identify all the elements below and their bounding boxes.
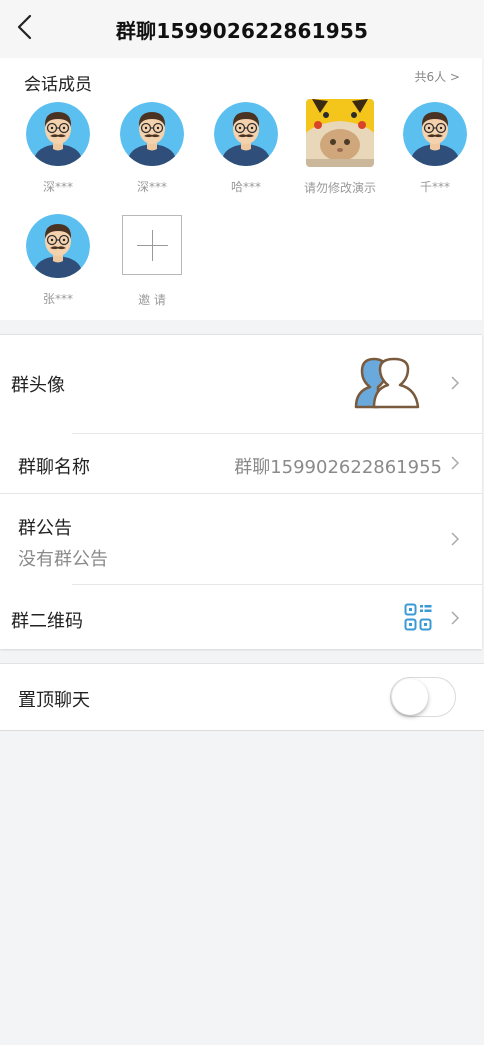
avatar — [306, 99, 374, 167]
default-avatar-icon — [26, 214, 90, 278]
avatar — [26, 214, 90, 278]
member-name: 哈*** — [230, 180, 261, 194]
group-settings-card: 群头像 群聊名称 群聊159902622861955 群公告 没有群公告 群二维… — [0, 334, 482, 649]
member-item[interactable]: 深*** — [22, 102, 94, 195]
pin-chat-toggle[interactable] — [390, 677, 456, 717]
member-name: 请勿修改演示 — [304, 181, 376, 195]
avatar — [403, 102, 467, 166]
pin-chat-label: 置顶聊天 — [18, 690, 90, 711]
member-name: 张*** — [42, 292, 73, 306]
default-avatar-icon — [120, 102, 184, 166]
top-bar: 群聊159902622861955 — [0, 0, 484, 58]
pin-chat-card: 置顶聊天 — [0, 663, 484, 731]
toggle-knob — [392, 679, 428, 715]
group-avatar-icon — [354, 357, 420, 409]
announcement-label: 群公告 — [18, 518, 72, 539]
member-name: 千*** — [419, 180, 450, 194]
group-name-row[interactable]: 群聊名称 群聊159902622861955 — [0, 434, 482, 493]
chevron-right-icon — [451, 456, 460, 470]
group-name-value: 群聊159902622861955 — [234, 457, 442, 478]
invite-label: 邀 请 — [138, 293, 166, 307]
invite-member[interactable]: 邀 请 — [116, 215, 188, 308]
members-section: 会话成员 共6人 > 深*** 深*** 哈*** 请勿修改演示 千*** 张*… — [0, 58, 482, 320]
qrcode-label: 群二维码 — [11, 611, 83, 632]
chevron-right-icon — [451, 532, 460, 546]
announcement-row[interactable]: 群公告 没有群公告 — [0, 494, 482, 584]
default-avatar-icon — [26, 102, 90, 166]
pikachu-hat-cat-photo — [306, 99, 374, 167]
member-item[interactable]: 请勿修改演示 — [304, 99, 376, 196]
group-avatar-row[interactable]: 群头像 — [0, 335, 482, 433]
members-count-link[interactable]: 共6人 > — [414, 68, 460, 85]
avatar — [120, 102, 184, 166]
member-name: 深*** — [42, 180, 73, 194]
default-avatar-icon — [403, 102, 467, 166]
member-item[interactable]: 千*** — [399, 102, 471, 195]
avatar — [26, 102, 90, 166]
member-item[interactable]: 深*** — [116, 102, 188, 195]
default-avatar-icon — [214, 102, 278, 166]
avatar — [214, 102, 278, 166]
member-item[interactable]: 哈*** — [210, 102, 282, 195]
qrcode-icon — [404, 603, 432, 631]
chevron-right-icon — [451, 611, 460, 625]
member-item[interactable]: 张*** — [22, 214, 94, 307]
members-title: 会话成员 — [24, 75, 92, 95]
plus-icon[interactable] — [122, 215, 182, 275]
group-avatar-label: 群头像 — [11, 375, 65, 396]
group-name-label: 群聊名称 — [18, 457, 90, 478]
qrcode-row[interactable]: 群二维码 — [0, 585, 482, 650]
announcement-value: 没有群公告 — [18, 549, 108, 570]
member-name: 深*** — [136, 180, 167, 194]
chevron-right-icon — [451, 376, 460, 390]
page-title: 群聊159902622861955 — [115, 19, 369, 43]
